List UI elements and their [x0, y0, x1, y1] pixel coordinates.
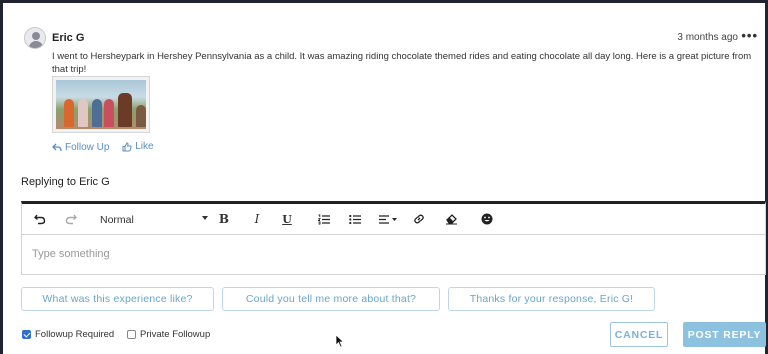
align-icon[interactable]	[378, 211, 400, 227]
avatar[interactable]	[24, 27, 46, 49]
photo-figure	[118, 93, 132, 127]
text-format-select[interactable]: Normal	[100, 214, 208, 226]
photo-figure	[92, 99, 102, 127]
reply-input[interactable]	[30, 247, 734, 261]
photo-figure	[136, 105, 146, 127]
avatar-body-shape	[29, 41, 43, 48]
mouse-cursor-icon	[335, 334, 345, 348]
private-followup-label: Private Followup	[140, 329, 211, 340]
photo-figure	[78, 99, 88, 127]
reply-editor[interactable]: Normal B I U	[21, 201, 766, 275]
window-top-border	[0, 0, 768, 10]
photo-image	[56, 80, 146, 129]
private-followup-checkbox[interactable]	[127, 330, 136, 339]
avatar-head-shape	[32, 32, 40, 40]
thumbs-up-icon	[122, 141, 132, 151]
followup-required-label: Followup Required	[35, 329, 115, 340]
more-options-icon[interactable]: •••	[741, 28, 758, 43]
followup-required-option[interactable]: Followup Required	[22, 329, 114, 340]
chevron-down-icon	[202, 216, 208, 220]
underline-icon[interactable]: U	[281, 211, 293, 227]
suggestion-chip[interactable]: Could you tell me more about that?	[222, 287, 440, 311]
comment-photo[interactable]	[52, 76, 150, 133]
like-label: Like	[135, 141, 154, 152]
comment-timestamp: 3 months ago	[677, 32, 738, 43]
comment-author[interactable]: Eric G	[52, 32, 84, 44]
suggestion-chip[interactable]: Thanks for your response, Eric G!	[448, 287, 655, 311]
ordered-list-icon[interactable]	[317, 211, 331, 227]
photo-figure	[64, 99, 74, 127]
redo-icon[interactable]	[63, 211, 79, 227]
editor-toolbar: Normal B I U	[22, 204, 765, 235]
text-format-value: Normal	[100, 214, 134, 226]
reply-input-area[interactable]	[22, 235, 765, 274]
comment-actions: Follow Up Like	[52, 141, 164, 155]
emoji-icon[interactable]	[480, 211, 494, 227]
bullet-list-icon[interactable]	[348, 211, 362, 227]
suggestion-chip[interactable]: What was this experience like?	[21, 287, 214, 311]
follow-up-link[interactable]: Follow Up	[52, 142, 109, 153]
undo-icon[interactable]	[32, 211, 48, 227]
bold-icon[interactable]: B	[218, 211, 230, 227]
private-followup-option[interactable]: Private Followup	[127, 329, 210, 340]
window-left-border	[0, 0, 3, 354]
link-icon[interactable]	[412, 211, 426, 227]
like-link[interactable]: Like	[122, 141, 154, 152]
italic-icon[interactable]: I	[251, 211, 263, 227]
follow-up-label: Follow Up	[65, 141, 110, 153]
photo-figure	[104, 99, 114, 127]
reply-arrow-icon	[52, 143, 62, 151]
cancel-button[interactable]: CANCEL	[610, 322, 668, 347]
clear-format-icon[interactable]	[444, 211, 458, 227]
replying-heading: Replying to Eric G	[21, 176, 110, 188]
comment-text: I went to Hersheypark in Hershey Pennsyl…	[52, 51, 752, 75]
post-reply-button[interactable]: POST REPLY	[683, 322, 766, 347]
followup-required-checkbox[interactable]	[22, 330, 31, 339]
